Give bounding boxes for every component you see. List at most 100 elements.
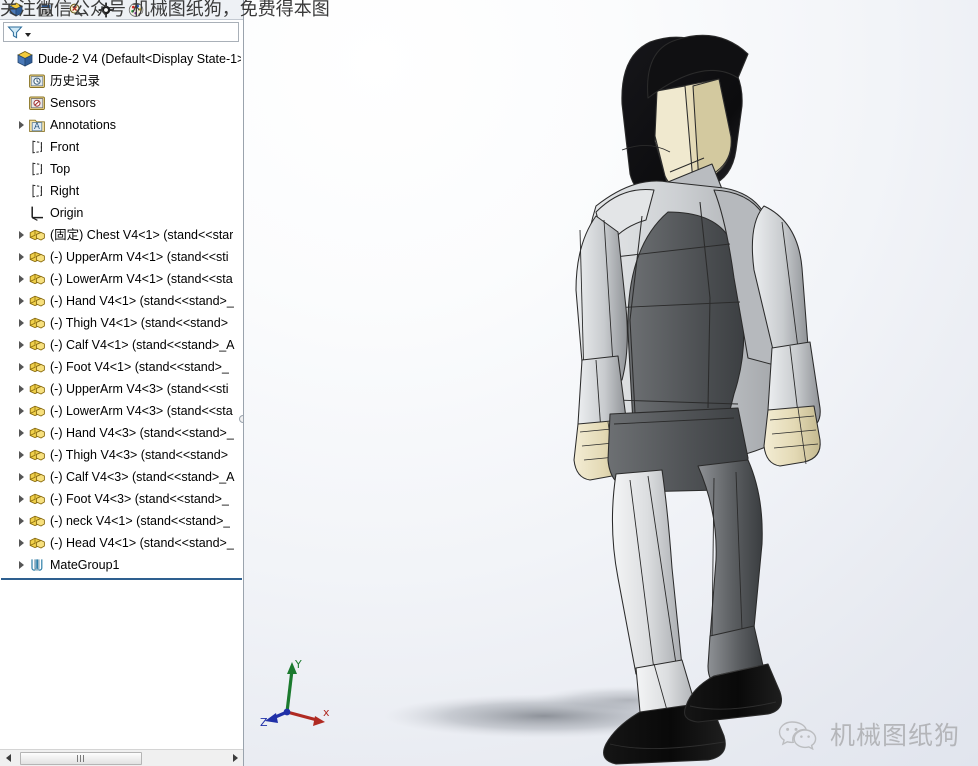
scrollbar-track[interactable] — [16, 751, 227, 766]
tree-node[interactable]: (-) neck V4<1> (stand<<stand>_ — [0, 510, 243, 532]
tree-node-label: Origin — [50, 206, 84, 220]
expander-icon[interactable] — [14, 114, 28, 136]
tree-node-label: (-) UpperArm V4<3> (stand<<sti — [50, 382, 229, 396]
configuration-magnifier-icon[interactable] — [68, 2, 84, 18]
component-icon — [28, 358, 46, 376]
annotations-icon: A — [28, 116, 46, 134]
expander-icon[interactable] — [14, 422, 28, 444]
expander[interactable] — [2, 48, 16, 70]
component-icon — [28, 534, 46, 552]
tree-node-label: MateGroup1 — [50, 558, 120, 572]
plane-icon — [28, 138, 46, 156]
plane-icon — [28, 182, 46, 200]
component-icon — [28, 402, 46, 420]
plane-icon — [28, 160, 46, 178]
triad-x-label: x — [323, 706, 330, 719]
svg-text:A: A — [34, 122, 40, 132]
expander-icon[interactable] — [14, 532, 28, 554]
expander-icon[interactable] — [14, 554, 28, 576]
component-icon — [28, 336, 46, 354]
expander-icon[interactable] — [14, 334, 28, 356]
property-page-icon[interactable] — [38, 2, 54, 18]
tree-root-node[interactable]: Dude-2 V4 (Default<Display State-1> — [0, 48, 243, 70]
tree-node-label: (-) Hand V4<1> (stand<<stand>_ — [50, 294, 234, 308]
component-icon — [28, 248, 46, 266]
history-icon — [28, 72, 46, 90]
feature-tree-cube-icon[interactable] — [8, 2, 24, 18]
tree-node-label: (-) neck V4<1> (stand<<stand>_ — [50, 514, 231, 528]
tree-node[interactable]: (-) Foot V4<1> (stand<<stand>_ — [0, 356, 243, 378]
tree-node[interactable]: (-) Hand V4<3> (stand<<stand>_ — [0, 422, 243, 444]
expander-icon[interactable] — [14, 268, 28, 290]
tree-node[interactable]: Right — [0, 180, 243, 202]
tree-node[interactable]: Sensors — [0, 92, 243, 114]
tree-node-label: (-) LowerArm V4<1> (stand<<sta — [50, 272, 233, 286]
sensors-icon — [28, 94, 46, 112]
expander-icon[interactable] — [14, 444, 28, 466]
tree-node-label: Front — [50, 140, 80, 154]
tree-node[interactable]: Top — [0, 158, 243, 180]
filter-row — [0, 20, 243, 45]
arrow-right-icon[interactable] — [227, 750, 243, 766]
expander-icon[interactable] — [14, 466, 28, 488]
panel-splitter-handle[interactable] — [239, 415, 243, 423]
scrollbar-thumb[interactable] — [20, 751, 142, 765]
tree-node[interactable]: Front — [0, 136, 243, 158]
expander-icon[interactable] — [14, 246, 28, 268]
expander-icon[interactable] — [14, 488, 28, 510]
tree-empty-area — [0, 580, 243, 740]
expander-icon[interactable] — [14, 290, 28, 312]
tree-node[interactable]: (-) Hand V4<1> (stand<<stand>_ — [0, 290, 243, 312]
graphics-viewport[interactable]: Y x Z 机械图纸狗 — [244, 0, 978, 766]
tree-node[interactable]: (-) Head V4<1> (stand<<stand>_ — [0, 532, 243, 554]
expander-icon[interactable] — [14, 400, 28, 422]
component-icon — [28, 380, 46, 398]
filter-box[interactable] — [3, 22, 239, 42]
component-icon — [28, 314, 46, 332]
tree-node-label: Top — [50, 162, 71, 176]
mannequin-model[interactable] — [244, 0, 978, 766]
component-icon — [28, 292, 46, 310]
arrow-left-icon[interactable] — [0, 750, 16, 766]
expander-icon[interactable] — [14, 312, 28, 334]
chevron-down-icon[interactable] — [25, 33, 31, 37]
tree-node[interactable]: (-) Thigh V4<3> (stand<<stand> — [0, 444, 243, 466]
tree-node[interactable]: (-) Thigh V4<1> (stand<<stand> — [0, 312, 243, 334]
tree-node-label: (-) Thigh V4<3> (stand<<stand> — [50, 448, 229, 462]
tree-node[interactable]: A Annotations — [0, 114, 243, 136]
tree-node[interactable]: (-) LowerArm V4<1> (stand<<sta — [0, 268, 243, 290]
feature-tree-scroll-area[interactable]: Dude-2 V4 (Default<Display State-1> 历史记录… — [0, 45, 243, 749]
tree-horizontal-scrollbar[interactable] — [0, 749, 243, 766]
wechat-icon — [777, 718, 821, 750]
expander-icon[interactable] — [14, 378, 28, 400]
tree-node[interactable]: MateGroup1 — [0, 554, 243, 576]
expander-icon[interactable] — [14, 356, 28, 378]
tree-node-label: Annotations — [50, 118, 117, 132]
expander-icon[interactable] — [14, 224, 28, 246]
tree-node-label: Right — [50, 184, 80, 198]
tree-node[interactable]: (-) LowerArm V4<3> (stand<<sta — [0, 400, 243, 422]
expander-icon[interactable] — [14, 510, 28, 532]
filter-funnel-icon[interactable] — [7, 25, 23, 39]
tree-node-label: (-) LowerArm V4<3> (stand<<sta — [50, 404, 233, 418]
tree-node[interactable]: 历史记录 — [0, 70, 243, 92]
tree-node[interactable]: (-) Calf V4<1> (stand<<stand>_A — [0, 334, 243, 356]
solidworks-window: Dude-2 V4 (Default<Display State-1> 历史记录… — [0, 0, 978, 766]
display-palette-icon[interactable] — [128, 2, 144, 18]
grip-icon — [77, 754, 85, 762]
filter-input[interactable] — [33, 26, 238, 38]
tree-node[interactable]: (-) UpperArm V4<3> (stand<<sti — [0, 378, 243, 400]
dimxpert-crosshair-icon[interactable] — [98, 2, 114, 18]
component-icon — [28, 424, 46, 442]
feature-manager-panel: Dude-2 V4 (Default<Display State-1> 历史记录… — [0, 0, 244, 766]
tree-node[interactable]: (-) UpperArm V4<1> (stand<<sti — [0, 246, 243, 268]
feature-tree: Dude-2 V4 (Default<Display State-1> 历史记录… — [0, 45, 243, 740]
tree-node[interactable]: (固定) Chest V4<1> (stand<<star — [0, 224, 243, 246]
tree-node[interactable]: (-) Calf V4<3> (stand<<stand>_A — [0, 466, 243, 488]
tree-node[interactable]: Origin — [0, 202, 243, 224]
tree-node[interactable]: (-) Foot V4<3> (stand<<stand>_ — [0, 488, 243, 510]
